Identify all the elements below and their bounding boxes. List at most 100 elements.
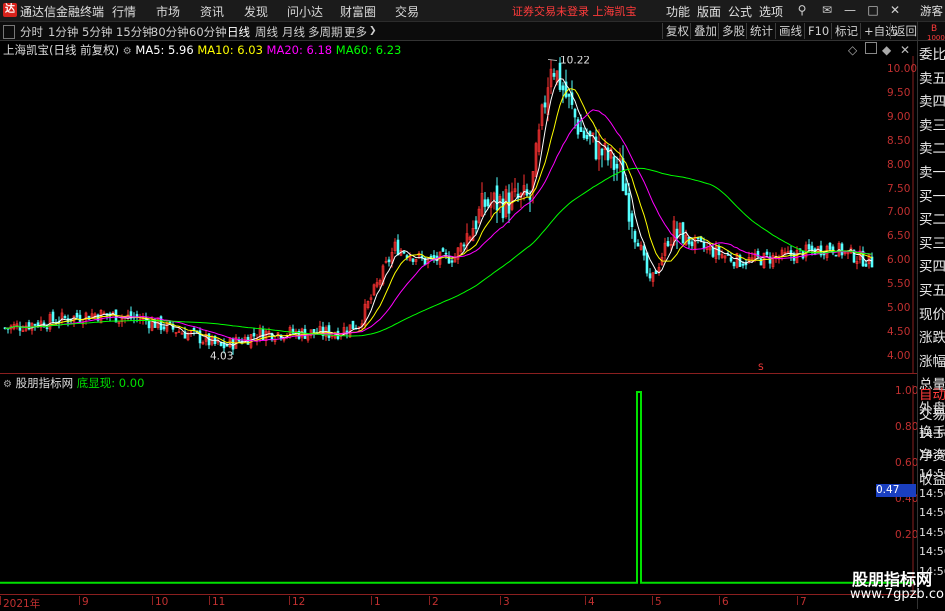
quote-field[interactable]: 买四: [919, 256, 945, 280]
menu-zixun[interactable]: 资讯: [200, 3, 224, 20]
quote-field[interactable]: 涨幅: [919, 351, 945, 375]
candle: [807, 244, 811, 250]
menu-gongshi[interactable]: 公式: [728, 3, 752, 20]
tool-fanhui[interactable]: 返回: [890, 23, 920, 39]
candle: [252, 332, 256, 337]
candle: [741, 263, 745, 266]
tool-huaxian[interactable]: 画线: [775, 23, 805, 39]
search-icon[interactable]: ⚲: [795, 3, 809, 17]
trade-time: 14:56: [919, 506, 945, 519]
candle: [162, 326, 166, 330]
quote-field[interactable]: 卖二: [919, 138, 945, 162]
tool-duogu[interactable]: 多股: [718, 23, 748, 39]
candle: [810, 245, 814, 251]
candle: [636, 242, 640, 247]
tab-more[interactable]: 更多: [344, 24, 367, 40]
candle: [612, 156, 616, 170]
chevron-right-icon[interactable]: ❯: [369, 26, 377, 36]
panel-top-mark: B: [931, 24, 938, 34]
candle: [600, 148, 604, 156]
quote-field[interactable]: 买三: [919, 233, 945, 257]
price-axis: 10.00 9.50 9.00 8.50 8.00 7.50 7.00 6.50 6.00 5.5…: [885, 56, 917, 374]
minimize-icon[interactable]: —: [843, 3, 857, 17]
price-tick: 9.50: [887, 86, 911, 99]
trade-time: 14:56: [919, 428, 945, 441]
candle: [45, 327, 49, 330]
quote-field[interactable]: 卖一: [919, 162, 945, 186]
panel-top-count: 1000: [927, 34, 945, 42]
tool-fuquan[interactable]: 复权: [662, 23, 692, 39]
candle: [573, 108, 577, 118]
tab-15min[interactable]: 15分钟: [116, 24, 154, 40]
tab-60min[interactable]: 60分钟: [189, 24, 227, 40]
candle: [396, 239, 400, 256]
close-icon[interactable]: ✕: [888, 3, 902, 17]
candle: [567, 93, 571, 97]
candle: [147, 321, 151, 329]
trade-notice[interactable]: 证券交易未登录 上海凯宝: [512, 3, 637, 19]
menu-hangqing[interactable]: 行情: [112, 3, 136, 20]
price-tick: 5.50: [887, 278, 911, 291]
panel-tab[interactable]: 自动: [919, 386, 945, 406]
quote-field[interactable]: 买二: [919, 209, 945, 233]
menu-wenxiaoda[interactable]: 问小达: [287, 3, 323, 20]
quote-field[interactable]: 委比: [919, 44, 945, 68]
menu-xuanxiang[interactable]: 选项: [759, 3, 783, 20]
menu-gongneng[interactable]: 功能: [666, 3, 690, 20]
window-icon[interactable]: [865, 42, 877, 54]
tool-biaoji[interactable]: 标记: [831, 23, 861, 39]
current-value-tag: 0.47: [876, 484, 916, 497]
sidebar-toggle-icon[interactable]: [3, 25, 15, 39]
tab-zhouxian[interactable]: 周线: [255, 24, 278, 40]
lock-icon[interactable]: ◆: [882, 43, 891, 57]
candle: [558, 62, 562, 90]
tab-yuexian[interactable]: 月线: [282, 24, 305, 40]
indicator-chart[interactable]: [0, 385, 917, 595]
message-icon[interactable]: ✉: [820, 3, 834, 17]
menu-jiaoyi[interactable]: 交易: [395, 3, 419, 20]
close-panel-icon[interactable]: ✕: [900, 43, 910, 57]
date-tick: 5: [655, 596, 662, 608]
tab-1min[interactable]: 1分钟: [48, 24, 78, 40]
tab-fenshi[interactable]: 分时: [20, 24, 43, 40]
candle: [834, 254, 838, 257]
price-tick: 6.50: [887, 230, 911, 243]
menu-caifuquan[interactable]: 财富圈: [340, 3, 376, 20]
tool-diejia[interactable]: 叠加: [690, 23, 720, 39]
candle: [168, 321, 172, 324]
date-tick: 6: [722, 596, 729, 608]
menu-banmian[interactable]: 版面: [697, 3, 721, 20]
tool-tongji[interactable]: 统计: [746, 23, 776, 39]
settings-icon[interactable]: ◇: [848, 43, 857, 57]
kline-chart[interactable]: 10.22 4.03 S: [0, 56, 917, 374]
price-tick: 4.50: [887, 325, 911, 338]
quote-field[interactable]: 卖三: [919, 115, 945, 139]
menu-shichang[interactable]: 市场: [156, 3, 180, 20]
tab-5min[interactable]: 5分钟: [82, 24, 112, 40]
candle: [495, 185, 499, 211]
tool-f10[interactable]: F10: [804, 23, 832, 39]
quote-field[interactable]: 买五: [919, 280, 945, 304]
maximize-icon[interactable]: □: [866, 3, 880, 17]
quote-field[interactable]: 买一: [919, 186, 945, 210]
candle: [474, 220, 478, 230]
panel-divider: [917, 21, 918, 609]
quote-field[interactable]: 卖五: [919, 68, 945, 92]
guest-label[interactable]: 游客: [920, 3, 943, 19]
candle: [33, 323, 37, 326]
trade-time: 14:56: [919, 525, 945, 539]
date-tick-mark: [79, 596, 80, 605]
tab-duozhouqi[interactable]: 多周期: [308, 24, 343, 40]
candle: [642, 245, 646, 256]
candle: [483, 199, 487, 207]
indicator-tick: 1.00: [895, 385, 919, 397]
quote-field[interactable]: 现价: [919, 304, 945, 328]
tab-30min[interactable]: 30分钟: [151, 24, 189, 40]
menu-faxian[interactable]: 发现: [244, 3, 268, 20]
tab-rixian[interactable]: 日线: [227, 24, 250, 40]
ma20-line: [4, 109, 873, 342]
ma60-value: MA60: 6.23: [335, 43, 402, 57]
quote-field[interactable]: 卖四: [919, 91, 945, 115]
panel-tab[interactable]: 交易: [919, 406, 945, 426]
quote-field[interactable]: 涨跌: [919, 327, 945, 351]
